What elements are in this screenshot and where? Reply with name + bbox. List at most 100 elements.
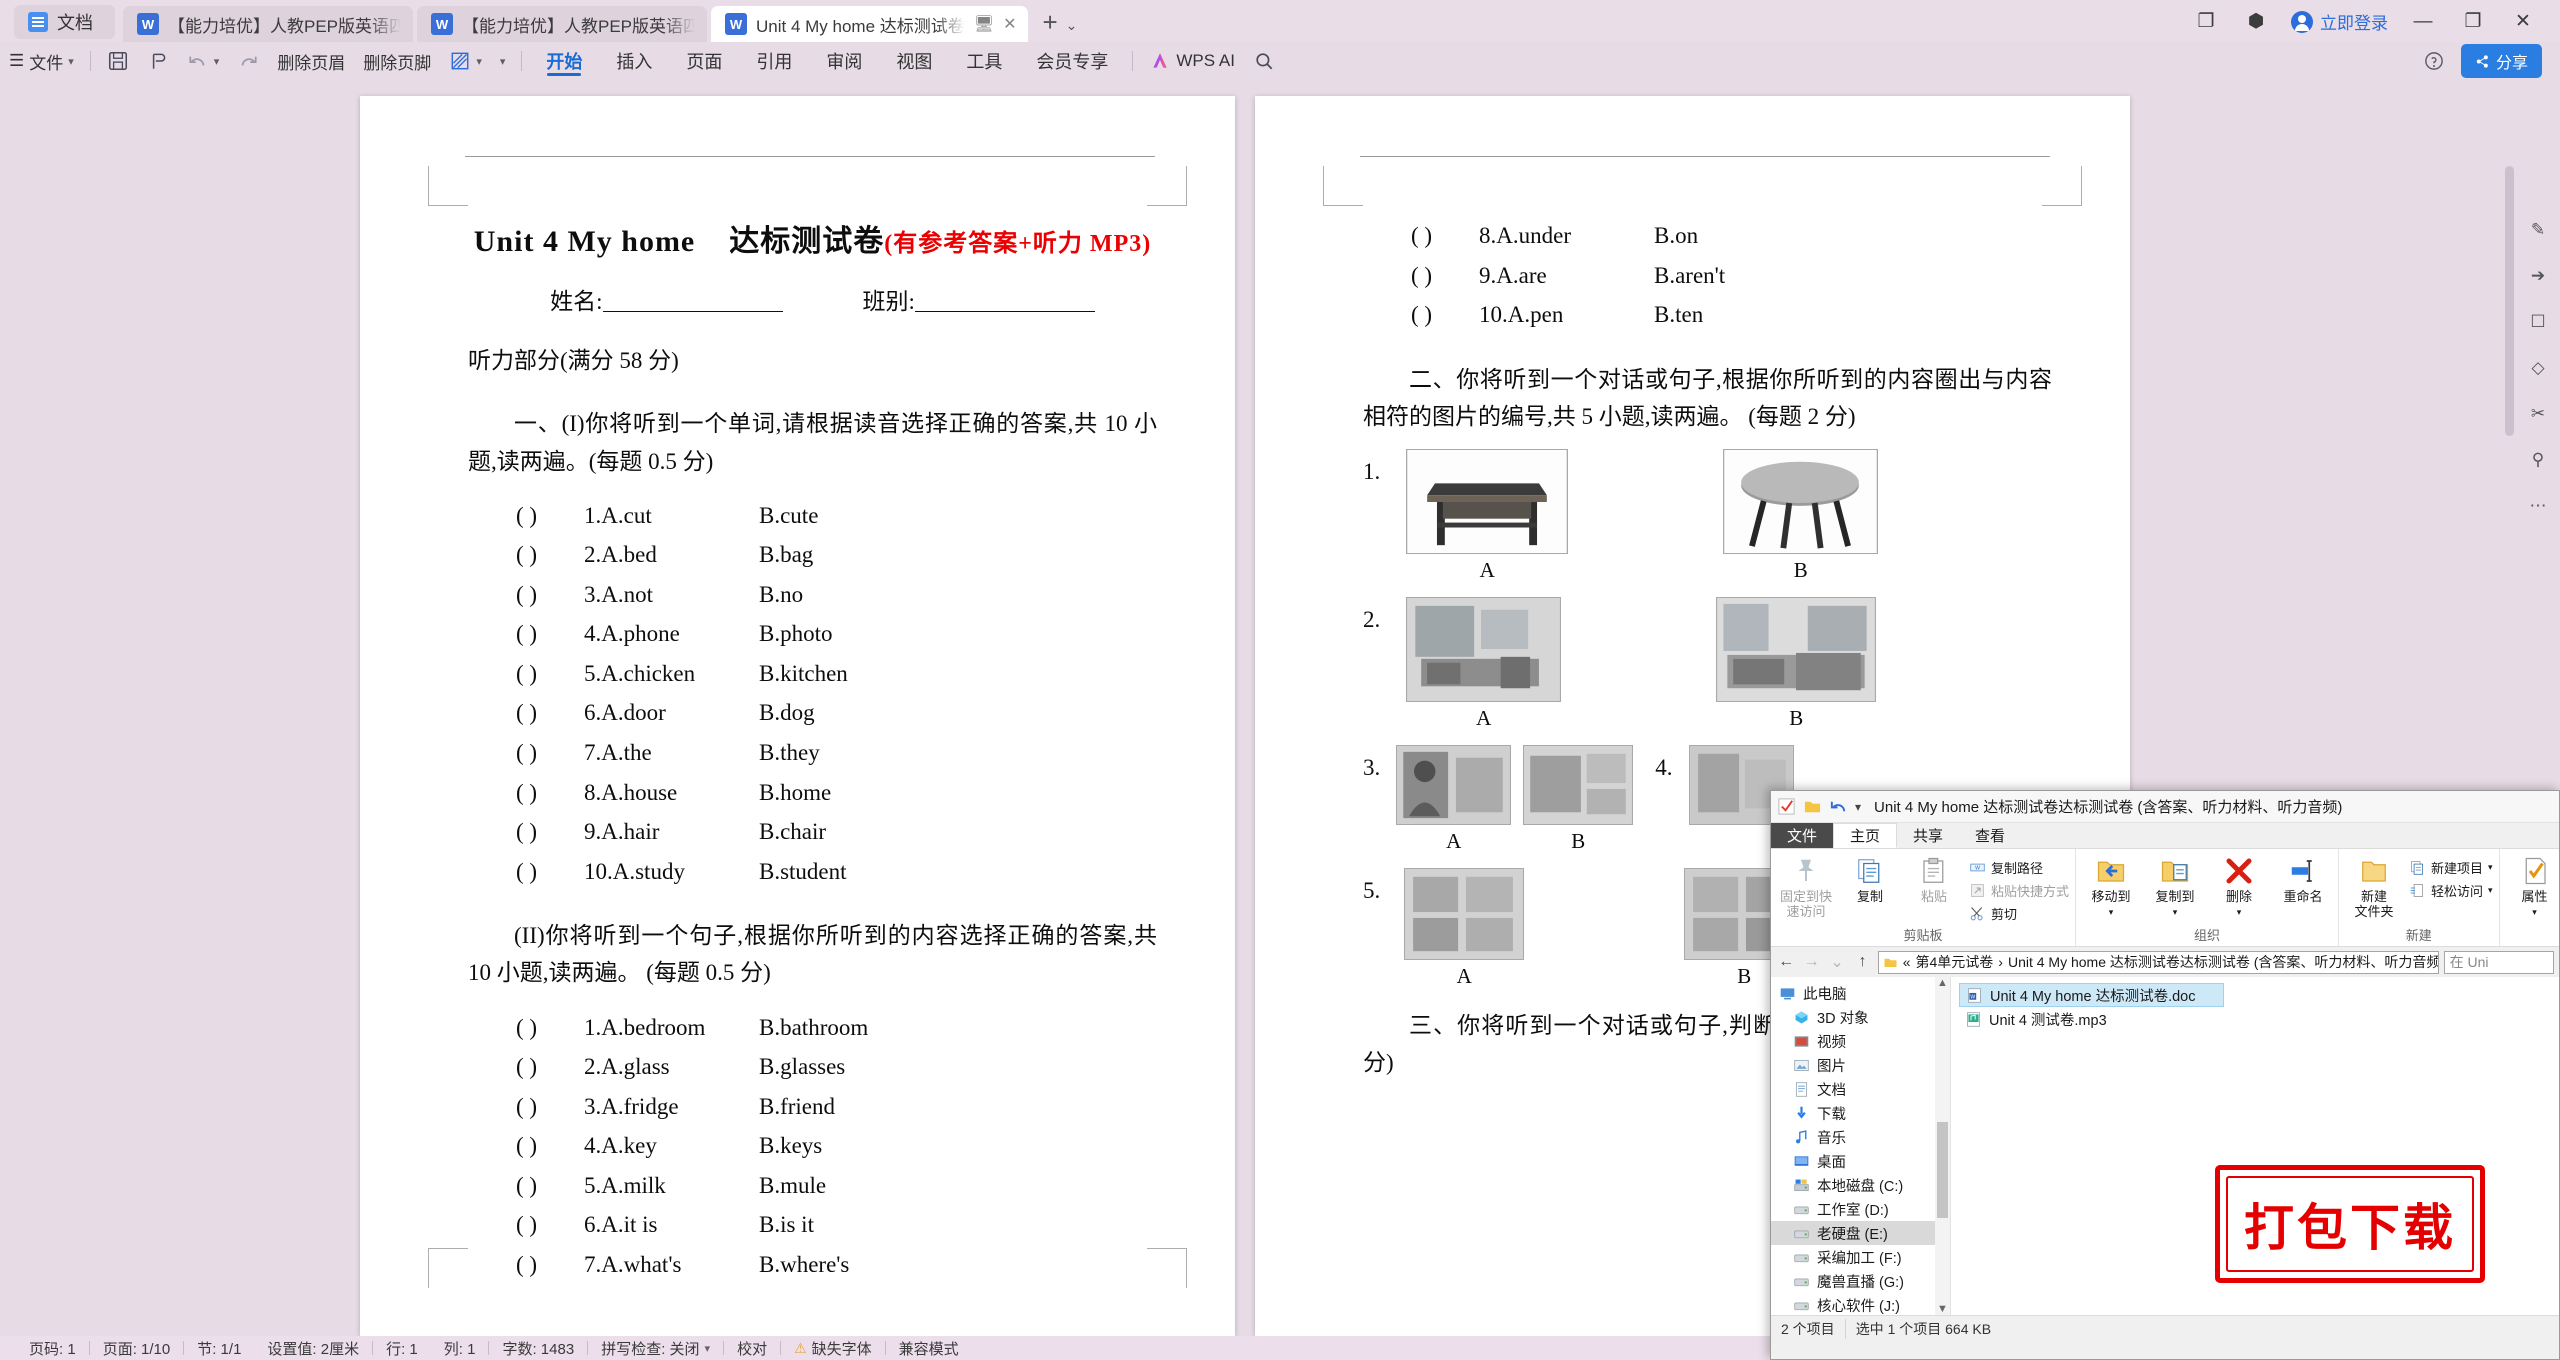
search-doc-icon[interactable]: ⚲ bbox=[2532, 450, 2544, 470]
tab-reference[interactable]: 引用 bbox=[739, 44, 809, 78]
minimize-button[interactable]: — bbox=[2408, 11, 2438, 33]
tree-item-local-disk-c[interactable]: 本地磁盘 (C:) bbox=[1771, 1173, 1950, 1197]
scissors-icon[interactable]: ✂ bbox=[2531, 404, 2545, 424]
paste-shortcut-button[interactable]: 粘贴快捷方式 bbox=[1969, 881, 2069, 900]
delete-header-button[interactable]: 删除页眉 bbox=[268, 49, 354, 74]
doc-tab-1[interactable]: W 【能力培优】人教PEP版英语四年级上 bbox=[123, 6, 413, 42]
properties-button[interactable]: 属性 ▾ bbox=[2506, 853, 2559, 918]
breadcrumb[interactable]: « 第4单元试卷 › Unit 4 My home 达标测试卷达标测试卷 (含答… bbox=[1877, 950, 2439, 974]
search-input[interactable]: 在 Uni bbox=[2443, 950, 2554, 974]
explorer-tab-view[interactable]: 查看 bbox=[1959, 823, 2021, 848]
close-tab-icon[interactable]: ✕ bbox=[1003, 14, 1016, 34]
picture-option-b[interactable]: B bbox=[1523, 745, 1634, 854]
ribbon-overflow-button[interactable]: ▾ bbox=[491, 55, 515, 68]
copy-button[interactable]: 复制 bbox=[1841, 853, 1899, 904]
tab-tools[interactable]: 工具 bbox=[949, 44, 1019, 78]
tree-item-music[interactable]: 音乐 bbox=[1771, 1125, 1950, 1149]
tree-item-downloads[interactable]: 下载 bbox=[1771, 1101, 1950, 1125]
cut-button[interactable]: 剪切 bbox=[1969, 904, 2069, 923]
explorer-tab-share[interactable]: 共享 bbox=[1897, 823, 1959, 848]
tree-item-drive-j[interactable]: 核心软件 (J:) bbox=[1771, 1293, 1950, 1315]
more-icon[interactable]: ⋯ bbox=[2530, 496, 2547, 516]
scroll-down-icon[interactable]: ▼ bbox=[1937, 1303, 1948, 1315]
status-spellcheck[interactable]: 拼写检查: 关闭 ▾ bbox=[588, 1338, 723, 1359]
breadcrumb-item-1[interactable]: Unit 4 My home 达标测试卷达标测试卷 (含答案、听力材料、听力音频… bbox=[2008, 952, 2438, 972]
comment-icon[interactable]: ☐ bbox=[2530, 312, 2545, 332]
help-icon[interactable] bbox=[2423, 50, 2445, 72]
easy-access-button[interactable]: 轻松访问 ▾ bbox=[2409, 881, 2493, 900]
tree-item-desktop[interactable]: 桌面 bbox=[1771, 1149, 1950, 1173]
doc-tab-3[interactable]: W Unit 4 My home 达标测试卷 🖥 ✕ bbox=[711, 6, 1029, 42]
undo-icon[interactable] bbox=[1829, 797, 1848, 816]
doc-tab-2[interactable]: W 【能力培优】人教PEP版英语四年级上 bbox=[417, 6, 707, 42]
navigation-scrollbar[interactable]: ▲ ▼ bbox=[1935, 977, 1950, 1315]
recent-locations-button[interactable]: ⌄ bbox=[1827, 952, 1847, 972]
tab-vip[interactable]: 会员专享 bbox=[1019, 44, 1125, 78]
split-view-icon[interactable]: ❐ bbox=[2191, 10, 2221, 33]
cursor-icon[interactable]: ➔ bbox=[2531, 266, 2545, 286]
delete-button[interactable]: 删除 ▾ bbox=[2210, 853, 2268, 918]
tree-item-drive-e[interactable]: 老硬盘 (E:) bbox=[1771, 1221, 1950, 1245]
pin-to-quick-access-button[interactable]: 固定到快 速访问 bbox=[1777, 853, 1835, 920]
explorer-tab-home[interactable]: 主页 bbox=[1833, 823, 1898, 848]
new-tab-button[interactable]: + bbox=[1032, 7, 1065, 42]
delete-footer-button[interactable]: 删除页脚 bbox=[354, 49, 440, 74]
tab-review[interactable]: 审阅 bbox=[809, 44, 879, 78]
tree-item-pictures[interactable]: 图片 bbox=[1771, 1053, 1950, 1077]
file-menu-button[interactable]: ☰ 文件 ▾ bbox=[0, 49, 83, 74]
tab-view[interactable]: 视图 bbox=[879, 44, 949, 78]
close-button[interactable]: ✕ bbox=[2508, 10, 2538, 33]
present-icon[interactable]: 🖥 bbox=[974, 14, 994, 34]
file-list-item[interactable]: W Unit 4 My home 达标测试卷.doc bbox=[1959, 983, 2224, 1007]
share-button[interactable]: 分享 bbox=[2460, 44, 2542, 78]
breadcrumb-item-0[interactable]: 第4单元试卷 bbox=[1915, 952, 1993, 972]
copy-to-button[interactable]: 复制到 ▾ bbox=[2146, 853, 2204, 918]
tree-item-drive-d[interactable]: 工作室 (D:) bbox=[1771, 1197, 1950, 1221]
scrollbar-thumb[interactable] bbox=[1937, 1122, 1948, 1218]
tab-insert[interactable]: 插入 bbox=[599, 44, 669, 78]
paste-button[interactable]: 粘贴 bbox=[1905, 853, 1963, 904]
navigation-pane[interactable]: 此电脑 3D 对象 视频 图片 文档 下载 音乐 桌面 本地磁盘 (C:) 工作… bbox=[1771, 977, 1951, 1315]
back-button[interactable]: ← bbox=[1776, 953, 1796, 971]
shape-icon[interactable]: ◇ bbox=[2531, 358, 2544, 378]
print-preview-button[interactable] bbox=[138, 50, 178, 72]
status-missing-font[interactable]: ⚠ 缺失字体 bbox=[781, 1338, 885, 1359]
tree-item-drive-g[interactable]: 魔兽直播 (G:) bbox=[1771, 1269, 1950, 1293]
scroll-up-icon[interactable]: ▲ bbox=[1937, 977, 1948, 989]
cube-icon[interactable]: ⬢ bbox=[2241, 10, 2271, 33]
tree-item-drive-f[interactable]: 采编加工 (F:) bbox=[1771, 1245, 1950, 1269]
rename-button[interactable]: 重命名 bbox=[2274, 853, 2332, 904]
pen-icon[interactable]: ✎ bbox=[2531, 220, 2545, 240]
document-scrollbar[interactable] bbox=[2505, 166, 2514, 436]
picture-option-a[interactable]: A bbox=[1406, 449, 1569, 583]
file-list-item[interactable]: Unit 4 测试卷.mp3 bbox=[1959, 1007, 2224, 1031]
status-proof[interactable]: 校对 bbox=[724, 1338, 780, 1359]
new-item-button[interactable]: 新建项目 ▾ bbox=[2409, 858, 2493, 877]
picture-option-a[interactable]: A bbox=[1396, 745, 1512, 854]
tree-item-videos[interactable]: 视频 bbox=[1771, 1029, 1950, 1053]
documents-button[interactable]: 文档 bbox=[14, 5, 115, 39]
redo-button[interactable] bbox=[228, 50, 268, 72]
up-button[interactable]: ↑ bbox=[1852, 953, 1872, 971]
picture-option-a[interactable]: A bbox=[1404, 868, 1525, 989]
picture-option-a[interactable]: A bbox=[1406, 597, 1562, 731]
undo-button[interactable]: ▾ bbox=[178, 50, 229, 72]
forward-button[interactable]: → bbox=[1801, 953, 1821, 971]
login-button[interactable]: 立即登录 bbox=[2291, 9, 2388, 34]
document-page-1[interactable]: Unit 4 My home 达标测试卷(有参考答案+听力 MP3) 姓名: 班… bbox=[360, 96, 1235, 1336]
search-button[interactable] bbox=[1244, 50, 1284, 72]
save-button[interactable] bbox=[98, 50, 138, 72]
tree-item-3d-objects[interactable]: 3D 对象 bbox=[1771, 1005, 1950, 1029]
tab-list-dropdown[interactable]: ⌄ bbox=[1066, 17, 1084, 42]
highlight-button[interactable]: ▾ bbox=[440, 50, 491, 72]
folder-icon[interactable] bbox=[1803, 797, 1822, 816]
copy-path-button[interactable]: W 复制路径 bbox=[1969, 858, 2069, 877]
wps-ai-button[interactable]: WPS AI bbox=[1140, 50, 1244, 72]
explorer-title-bar[interactable]: ▾ Unit 4 My home 达标测试卷达标测试卷 (含答案、听力材料、听力… bbox=[1771, 791, 2559, 823]
tree-item-this-pc[interactable]: 此电脑 bbox=[1771, 981, 1950, 1005]
tab-start[interactable]: 开始 bbox=[529, 44, 599, 78]
check-icon[interactable] bbox=[1777, 797, 1796, 816]
maximize-button[interactable]: ❐ bbox=[2458, 10, 2488, 33]
new-folder-button[interactable]: 新建 文件夹 bbox=[2345, 853, 2403, 920]
picture-option-b[interactable]: B bbox=[1723, 449, 1879, 583]
